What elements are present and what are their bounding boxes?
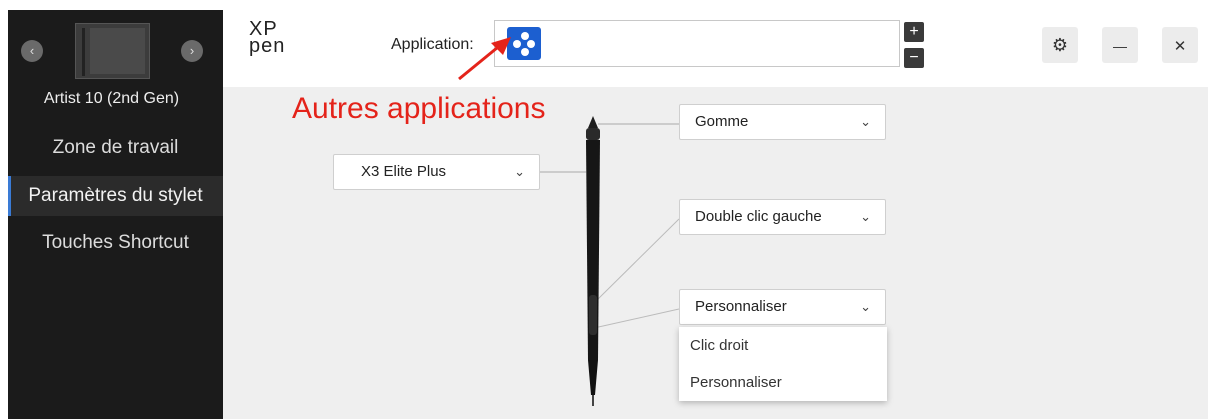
menu-item-customize[interactable]: Personnaliser [679, 364, 887, 401]
menu-item-right-click[interactable]: Clic droit [679, 327, 887, 364]
lower-button-options-menu: Clic droit Personnaliser [679, 327, 887, 401]
pen-model-value: X3 Elite Plus [361, 163, 447, 180]
upper-button-value: Double clic gauche [695, 208, 822, 225]
chevron-down-icon: ⌄ [860, 114, 871, 129]
annotation-text: Autres applications [292, 92, 546, 125]
eraser-function-value: Gomme [695, 113, 749, 130]
eraser-function-dropdown[interactable]: Gomme ⌄ [679, 104, 886, 140]
chevron-down-icon: ⌄ [860, 299, 871, 314]
upper-button-dropdown[interactable]: Double clic gauche ⌄ [679, 199, 886, 235]
stylus-illustration [586, 116, 600, 406]
lower-button-value: Personnaliser [695, 298, 787, 315]
lower-button-dropdown[interactable]: Personnaliser ⌄ [679, 289, 886, 325]
pen-model-dropdown[interactable]: X3 Elite Plus ⌄ [333, 154, 540, 190]
annotation-arrow [458, 37, 511, 81]
chevron-down-icon: ⌄ [860, 209, 871, 224]
chevron-down-icon: ⌄ [514, 164, 525, 179]
